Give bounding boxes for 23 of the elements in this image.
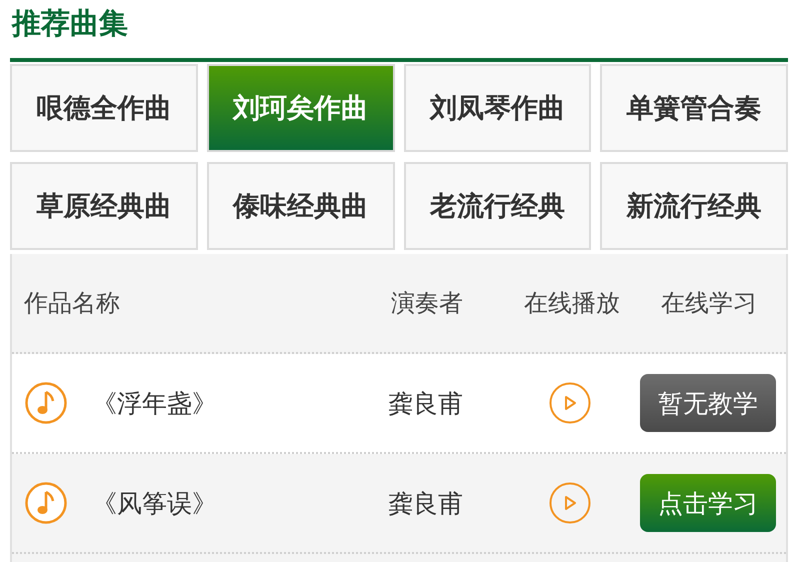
category-tab[interactable]: 刘凤琴作曲	[404, 64, 592, 152]
column-header: 演奏者	[390, 288, 464, 319]
category-tab[interactable]: 傣味经典曲	[206, 162, 394, 250]
section-title: 推荐曲集	[10, 5, 129, 42]
column-header: 作品名称	[23, 288, 121, 319]
study-button[interactable]: 暂无教学	[640, 374, 776, 432]
category-tab[interactable]: 草原经典曲	[10, 162, 198, 250]
play-icon[interactable]	[549, 382, 592, 424]
song-title: 《风筝误》	[92, 488, 217, 520]
music-note-icon	[24, 381, 68, 425]
study-button[interactable]: 点击学习	[640, 474, 776, 532]
music-note-icon	[24, 481, 68, 525]
category-tab[interactable]: 刘珂矣作曲	[206, 64, 394, 152]
play-icon[interactable]	[549, 482, 592, 524]
performer-name: 龚良甫	[387, 488, 464, 520]
performer-name: 龚良甫	[387, 388, 464, 420]
category-tab[interactable]: 哏德全作曲	[10, 64, 198, 152]
category-tab[interactable]: 单簧管合奏	[600, 64, 788, 152]
song-title: 《浮年盏》	[92, 388, 217, 420]
column-header: 在线学习	[660, 288, 758, 319]
column-header: 在线播放	[523, 288, 621, 319]
category-tab[interactable]: 新流行经典	[600, 162, 788, 250]
category-tab[interactable]: 老流行经典	[404, 162, 592, 250]
